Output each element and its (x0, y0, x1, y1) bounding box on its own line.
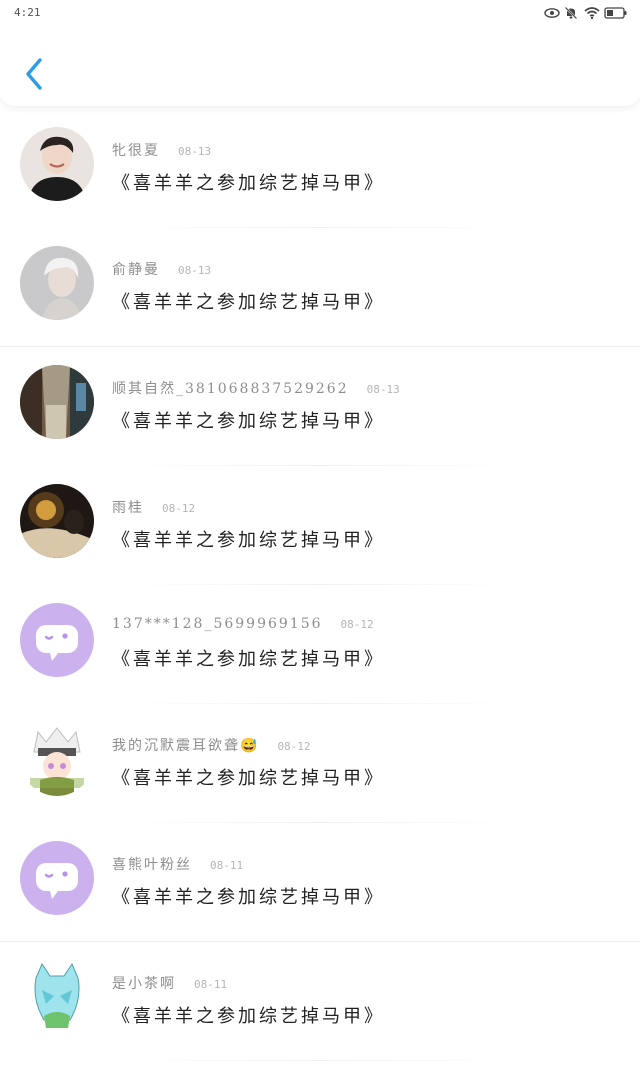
item-meta: 喜熊叶粉丝 08-11 (112, 854, 243, 874)
user-name[interactable]: 雨桂 (112, 497, 144, 517)
back-button[interactable] (18, 54, 52, 94)
item-title[interactable]: 《喜羊羊之参加综艺掉马甲》 (112, 883, 385, 909)
avatar[interactable] (20, 603, 94, 677)
user-name[interactable]: 顺其自然_381068837529262 (112, 378, 349, 398)
avatar[interactable] (20, 841, 94, 915)
post-date: 08-12 (340, 618, 374, 631)
post-date: 08-13 (178, 264, 212, 277)
item-meta: 137***128_5699969156 08-12 (112, 616, 374, 632)
list-item[interactable]: 牝很夏 08-13 《喜羊羊之参加综艺掉马甲》 (0, 109, 640, 228)
status-time: 4:21 (14, 6, 41, 19)
user-name[interactable]: 137***128_5699969156 (112, 616, 323, 632)
user-name[interactable]: 喜熊叶粉丝 (112, 854, 192, 874)
post-date: 08-13 (178, 145, 212, 158)
item-title[interactable]: 《喜羊羊之参加综艺掉马甲》 (112, 169, 385, 195)
status-icons (544, 5, 628, 20)
avatar[interactable] (20, 365, 94, 439)
item-meta: 顺其自然_381068837529262 08-13 (112, 378, 400, 398)
eye-icon (544, 5, 560, 19)
avatar[interactable] (20, 484, 94, 558)
post-date: 08-11 (194, 978, 228, 991)
list-item[interactable]: 是小茶啊 08-11 《喜羊羊之参加综艺掉马甲》 (0, 942, 640, 1061)
post-date: 08-11 (210, 859, 244, 872)
item-title[interactable]: 《喜羊羊之参加综艺掉马甲》 (112, 526, 385, 552)
user-name[interactable]: 是小茶啊 (112, 973, 176, 993)
avatar[interactable] (20, 960, 94, 1034)
divider (120, 1060, 520, 1061)
item-title[interactable]: 《喜羊羊之参加综艺掉马甲》 (112, 764, 385, 790)
list-item[interactable]: 俞静曼 08-13 《喜羊羊之参加综艺掉马甲》 (0, 228, 640, 347)
mute-bell-icon (564, 5, 578, 20)
user-name[interactable]: 俞静曼 (112, 259, 160, 279)
item-title[interactable]: 《喜羊羊之参加综艺掉马甲》 (112, 1002, 385, 1028)
list-item[interactable]: 喜熊叶粉丝 08-11 《喜羊羊之参加综艺掉马甲》 (0, 823, 640, 942)
item-title[interactable]: 《喜羊羊之参加综艺掉马甲》 (112, 288, 385, 314)
user-name[interactable]: 我的沉默震耳欲聋😅 (112, 735, 259, 755)
item-title[interactable]: 《喜羊羊之参加综艺掉马甲》 (112, 645, 385, 671)
comment-list: 牝很夏 08-13 《喜羊羊之参加综艺掉马甲》 俞静曼 08-13 《喜羊羊之参… (0, 109, 640, 1061)
battery-icon (604, 5, 628, 19)
post-date: 08-12 (277, 740, 311, 753)
avatar[interactable] (20, 127, 94, 201)
item-meta: 是小茶啊 08-11 (112, 973, 227, 993)
list-item[interactable]: 我的沉默震耳欲聋😅 08-12 《喜羊羊之参加综艺掉马甲》 (0, 704, 640, 823)
user-name[interactable]: 牝很夏 (112, 140, 160, 160)
list-item[interactable]: 137***128_5699969156 08-12 《喜羊羊之参加综艺掉马甲》 (0, 585, 640, 704)
item-meta: 我的沉默震耳欲聋😅 08-12 (112, 735, 311, 755)
item-meta: 俞静曼 08-13 (112, 259, 211, 279)
list-item[interactable]: 雨桂 08-12 《喜羊羊之参加综艺掉马甲》 (0, 466, 640, 585)
post-date: 08-13 (366, 383, 400, 396)
avatar[interactable] (20, 722, 94, 796)
item-meta: 雨桂 08-12 (112, 497, 195, 517)
list-item[interactable]: 顺其自然_381068837529262 08-13 《喜羊羊之参加综艺掉马甲》 (0, 347, 640, 466)
item-title[interactable]: 《喜羊羊之参加综艺掉马甲》 (112, 407, 385, 433)
item-meta: 牝很夏 08-13 (112, 140, 211, 160)
top-navigation-bar: 4:21 (0, 0, 640, 106)
status-bar: 4:21 (0, 0, 640, 28)
post-date: 08-12 (162, 502, 196, 515)
avatar[interactable] (20, 246, 94, 320)
chevron-left-icon (26, 58, 42, 90)
wifi-icon (584, 5, 600, 20)
